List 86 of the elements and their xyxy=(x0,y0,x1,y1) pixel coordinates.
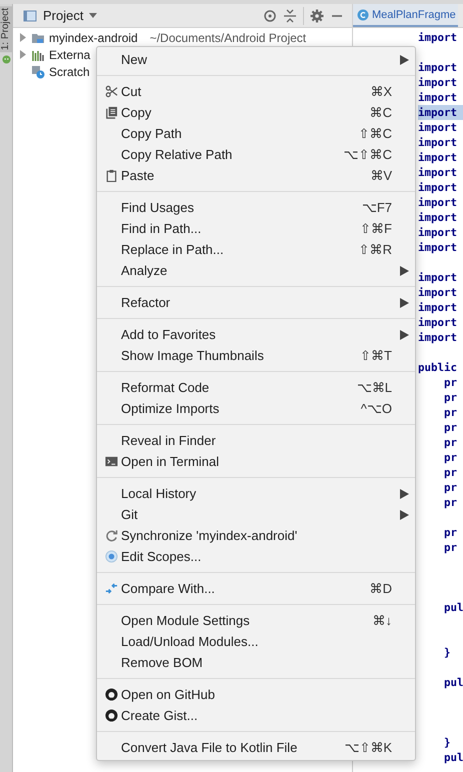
code-line: import xyxy=(418,270,458,285)
menu-item[interactable]: Copy ⌘C xyxy=(97,102,415,123)
crosshair-icon[interactable] xyxy=(263,8,277,22)
tree-item[interactable]: Externa xyxy=(49,48,90,62)
code-line: pr xyxy=(443,405,458,420)
menu-item[interactable]: Git xyxy=(97,504,415,525)
code-line: import xyxy=(418,285,458,300)
menu-item[interactable]: Load/Unload Modules... xyxy=(97,631,415,652)
code-line: pr xyxy=(443,450,458,465)
menu-item[interactable]: Add to Favorites xyxy=(97,324,415,345)
project-tool-tab[interactable]: 1: Project xyxy=(0,6,12,52)
code-line: } xyxy=(443,735,452,750)
code-line: import xyxy=(418,225,458,240)
menu-item[interactable]: Reveal in Finder xyxy=(97,430,415,451)
menu-item[interactable]: Open Module Settings ⌘↓ xyxy=(97,610,415,631)
panel-title[interactable]: Project xyxy=(43,8,84,23)
menu-item[interactable]: Optimize Imports ^⌥O xyxy=(97,398,415,419)
code-line: import xyxy=(418,120,458,135)
code-line: import xyxy=(418,90,458,105)
code-line: pul xyxy=(443,675,463,690)
menu-item[interactable]: Copy Path ⇧⌘C xyxy=(97,123,415,144)
code-line: import xyxy=(418,150,458,165)
menu-item[interactable]: Remove BOM xyxy=(97,652,415,673)
code-line: pr xyxy=(443,390,458,405)
code-line: pul xyxy=(443,600,463,615)
dropdown-caret-icon[interactable] xyxy=(89,12,98,18)
code-line: import xyxy=(418,330,458,345)
menu-item[interactable]: Cut ⌘X xyxy=(97,81,415,102)
code-line: import xyxy=(418,300,458,315)
code-line: pr xyxy=(443,375,458,390)
project-path: ~/Documents/Android Project xyxy=(150,30,306,44)
menu-item[interactable]: Show Image Thumbnails ⇧⌘T xyxy=(97,345,415,366)
code-line: import xyxy=(418,315,458,330)
menu-item[interactable]: Compare With... ⌘D xyxy=(97,578,415,599)
code-line: import xyxy=(418,240,458,255)
settings-icon[interactable] xyxy=(310,8,324,22)
code-line: pul xyxy=(443,750,463,765)
menu-item[interactable]: Paste ⌘V xyxy=(97,165,415,186)
terminal-icon xyxy=(104,455,118,468)
code-line: import xyxy=(418,210,458,225)
menu-item[interactable]: Reformat Code ⌥⌘L xyxy=(97,377,415,398)
menu-item[interactable]: Open in Terminal xyxy=(97,451,415,472)
scope-icon xyxy=(104,550,118,563)
menu-item[interactable]: Copy Relative Path ⌥⇧⌘C xyxy=(97,144,415,165)
expand-arrow-icon[interactable] xyxy=(19,50,27,59)
menu-item[interactable]: Convert Java File to Kotlin File ⌥⇧⌘K xyxy=(97,737,415,758)
class-icon xyxy=(357,8,369,20)
sync-icon xyxy=(104,529,118,542)
menu-item[interactable]: Create Gist... xyxy=(97,705,415,726)
code-line: pr xyxy=(443,435,458,450)
copy-icon xyxy=(104,106,118,119)
project-view-icon xyxy=(23,8,37,22)
menu-item[interactable]: New xyxy=(97,49,415,70)
code-line: pr xyxy=(443,540,458,555)
menu-item[interactable]: Local History xyxy=(97,483,415,504)
compare-arrows-icon xyxy=(104,582,118,595)
tree-item[interactable]: myindex-android xyxy=(49,30,138,44)
code-line: import xyxy=(418,75,458,90)
menu-item[interactable]: Open on GitHub xyxy=(97,684,415,705)
code-line: import xyxy=(418,135,458,150)
code-line: pr xyxy=(443,480,458,495)
menu-item[interactable]: Edit Scopes... xyxy=(97,546,415,567)
menu-item[interactable]: Find Usages ⌥F7 xyxy=(97,197,415,218)
code-line: pr xyxy=(443,525,458,540)
menu-item[interactable]: Replace in Path... ⇧⌘R xyxy=(97,239,415,260)
clipboard-icon xyxy=(104,169,118,182)
menu-item[interactable]: Find in Path... ⇧⌘F xyxy=(97,218,415,239)
code-line: import xyxy=(418,30,458,45)
collapse-icon[interactable] xyxy=(283,8,297,22)
code-line: import xyxy=(418,165,458,180)
code-line: public xyxy=(418,360,458,375)
code-line: import xyxy=(418,60,458,75)
expand-arrow-icon[interactable] xyxy=(19,33,27,42)
scissors-icon xyxy=(104,85,118,98)
code-line: pr xyxy=(443,495,458,510)
code-line: pr xyxy=(443,465,458,480)
scratch-icon xyxy=(31,64,45,78)
code-line: import xyxy=(418,195,458,210)
code-line: import xyxy=(418,180,458,195)
tree-item[interactable]: Scratch xyxy=(49,64,90,78)
code-line: pr xyxy=(443,420,458,435)
menu-item[interactable]: Refactor xyxy=(97,292,415,313)
editor-tab[interactable]: MealPlanFragme xyxy=(353,4,458,27)
code-line: } xyxy=(443,645,452,660)
menu-item[interactable]: Synchronize 'myindex-android' xyxy=(97,525,415,546)
menu-item[interactable]: Analyze xyxy=(97,260,415,281)
